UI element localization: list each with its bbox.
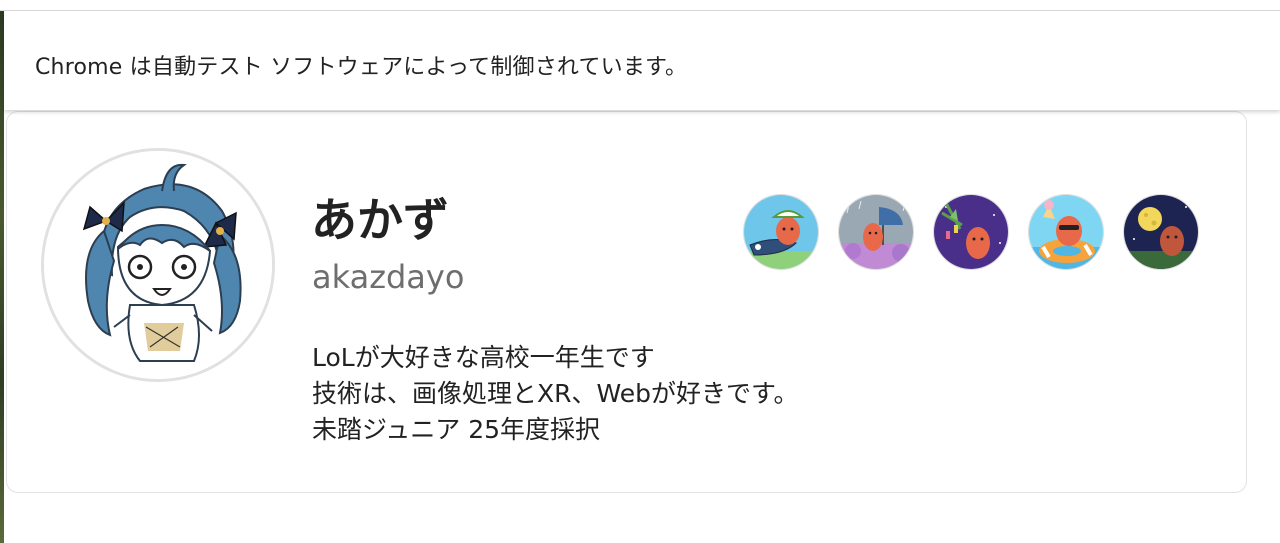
badge-item[interactable] — [1028, 194, 1104, 270]
username: akazdayo — [312, 258, 465, 296]
badge-item[interactable] — [838, 194, 914, 270]
rainy-hydrangea-badge-icon — [839, 195, 913, 269]
tanabata-badge-icon — [934, 195, 1008, 269]
badge-item[interactable] — [743, 194, 819, 270]
full-moon-badge-icon — [1124, 195, 1198, 269]
bio-line: LoLが大好きな高校一年生です — [312, 343, 655, 372]
profile-bio: LoLが大好きな高校一年生です 技術は、画像処理とXR、Webが好きです。 未踏… — [312, 340, 799, 448]
carp-streamer-badge-icon — [744, 195, 818, 269]
avatar-illustration-icon — [44, 151, 272, 379]
bio-line: 未踏ジュニア 25年度採択 — [312, 415, 601, 444]
summer-swim-ring-badge-icon — [1029, 195, 1103, 269]
infobar-message: Chrome は自動テスト ソフトウェアによって制御されています。 — [35, 55, 688, 80]
automation-infobar: Chrome は自動テスト ソフトウェアによって制御されています。 — [4, 11, 1280, 110]
badge-item[interactable] — [1123, 194, 1199, 270]
profile-card: あかず akazdayo LoLが大好きな高校一年生です 技術は、画像処理とXR… — [6, 111, 1247, 493]
bio-line: 技術は、画像処理とXR、Webが好きです。 — [312, 379, 799, 408]
badge-item[interactable] — [933, 194, 1009, 270]
tab-strip-edge — [0, 0, 1280, 11]
display-name: あかず — [311, 193, 449, 247]
avatar[interactable] — [41, 148, 275, 382]
badge-list — [743, 194, 1199, 270]
